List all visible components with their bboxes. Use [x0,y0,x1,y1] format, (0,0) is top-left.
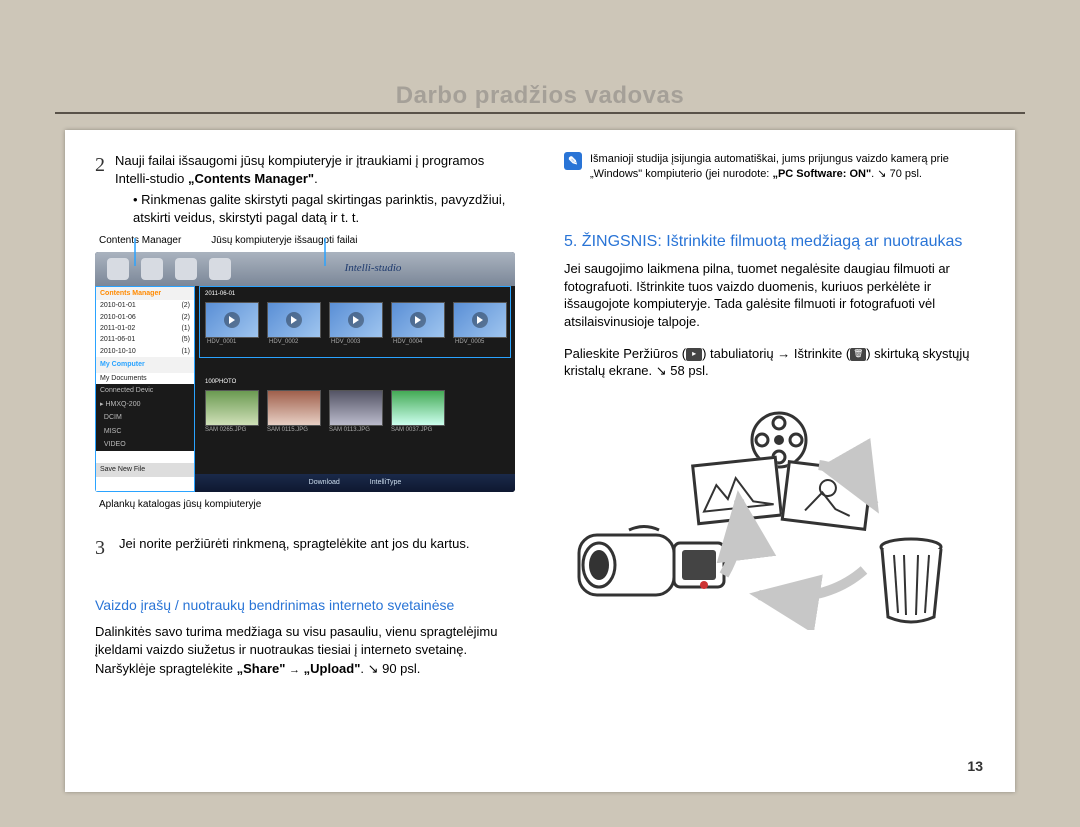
share-p2d: . [360,661,367,676]
step-2-bullet: Rinkmenas galite skirstyti pagal skirtin… [133,191,516,226]
photo-thumb [329,390,383,426]
share-p2b: „Share" [237,661,289,676]
photo-thumb [391,390,445,426]
step5-heading-b: Ištrinkite filmuotą medžiagą ar nuotrauk… [662,233,963,250]
footer-intellitype: IntelliType [370,478,402,487]
sidebar-dev-item: VIDEO [96,438,194,451]
sidebar-date-row: 2011-01-02(1) [96,323,194,334]
toolbar-icon-photo [141,258,163,280]
step5-p2a: Palieskite Peržiūros ( [564,346,686,361]
note-text-d: ↘ 70 psl. [877,168,922,180]
sidebar-connected-dev: Connected Devic [96,384,194,397]
section-header: Darbo pradžios vadovas [0,82,1080,110]
step5-p1: Jei saugojimo laikmena pilna, tuomet neg… [564,260,985,330]
manual-page: Darbo pradžios vadovas 2 Nauji failai iš… [0,0,1080,827]
sidebar-save-btn: Save New File [96,463,194,476]
caption-contents-manager: Contents Manager [99,234,181,248]
sidebar-contents-header: Contents Manager [96,287,194,300]
step-2-bold: „Contents Manager" [188,171,314,186]
note-icon: ✎ [564,152,582,170]
page-sheet: 2 Nauji failai išsaugomi jūsų kompiutery… [65,130,1015,792]
flow-arrows [564,410,954,630]
photo-thumb [205,390,259,426]
share-p1: Dalinkitės savo turima medžiaga su visu … [95,623,516,658]
header-rule [55,112,1025,114]
sidebar-date-row: 2010-10-10(1) [96,346,194,357]
step-3-number: 3 [95,535,105,562]
group-title-2: 100PHOTO [205,378,236,386]
delete-tab-icon: 🗑 [850,348,866,361]
share-p2e: ↘ 90 psl. [368,661,421,676]
app-title: Intelli-studio [243,261,503,276]
page-number: 13 [967,758,983,774]
sidebar-dev-item: DCIM [96,411,194,424]
thumbnails-area: 2011-06-01 HDV_0001 HDV_0002 HDV_0003 [195,286,515,492]
app-toolbar: Intelli-studio [95,252,515,286]
caption-saved-files: Jūsų kompiuteryje išsaugoti failai [211,234,357,248]
share-p2a: Naršyklėje spragtelėkite [95,661,237,676]
sidebar-mycomputer: My Computer [96,357,194,372]
playback-tab-icon: ▸ [686,348,702,361]
toolbar-icon-library [107,258,129,280]
share-p2c: „Upload" [300,661,360,676]
thumb-label: SAM 0265.JPG [205,426,246,434]
sidebar-date-row: 2010-01-01(2) [96,300,194,311]
toolbar-icon-movie [175,258,197,280]
toolbar-icon-share [209,258,231,280]
sidebar-date-row: 2010-01-06(2) [96,312,194,323]
photo-thumb [267,390,321,426]
note-text-b: „PC Software: ON" [772,168,871,180]
caption-folder-list: Aplankų katalogas jūsų kompiuteryje [99,498,516,512]
thumb-label: SAM 0113.JPG [329,426,370,434]
share-arrow: → [289,664,300,676]
step-2-number: 2 [95,152,105,226]
subhead-sharing: Vaizdo įrašų / nuotraukų bendrinimas int… [95,596,516,615]
right-column: ✎ Išmanioji studija įsijungia automatišk… [544,130,1015,792]
intelli-studio-screenshot: Intelli-studio Contents Manager 2010-01-… [95,252,515,492]
sidebar-dev-item: MISC [96,425,194,438]
sidebar-mydocs: My Documents [96,373,194,384]
sidebar-date-row: 2011-06-01(5) [96,334,194,345]
delete-diagram [564,410,954,630]
sidebar-dev-item: ▸ HMXQ-200 [96,398,194,411]
thumb-label: SAM 0115.JPG [267,426,308,434]
step5-heading-a: 5. ŽINGSNIS: [564,233,662,250]
sidebar: Contents Manager 2010-01-01(2) 2010-01-0… [95,286,195,492]
step-3-text: Jei norite peržiūrėti rinkmeną, spragtel… [119,535,469,562]
left-column: 2 Nauji failai išsaugomi jūsų kompiutery… [65,130,544,792]
step-2-dot: . [314,171,318,186]
step5-p2b: ) tabuliatorių → Ištrinkite ( [702,346,850,361]
thumb-label: SAM 0037.JPG [391,426,432,434]
footer-download: Download [309,478,340,487]
